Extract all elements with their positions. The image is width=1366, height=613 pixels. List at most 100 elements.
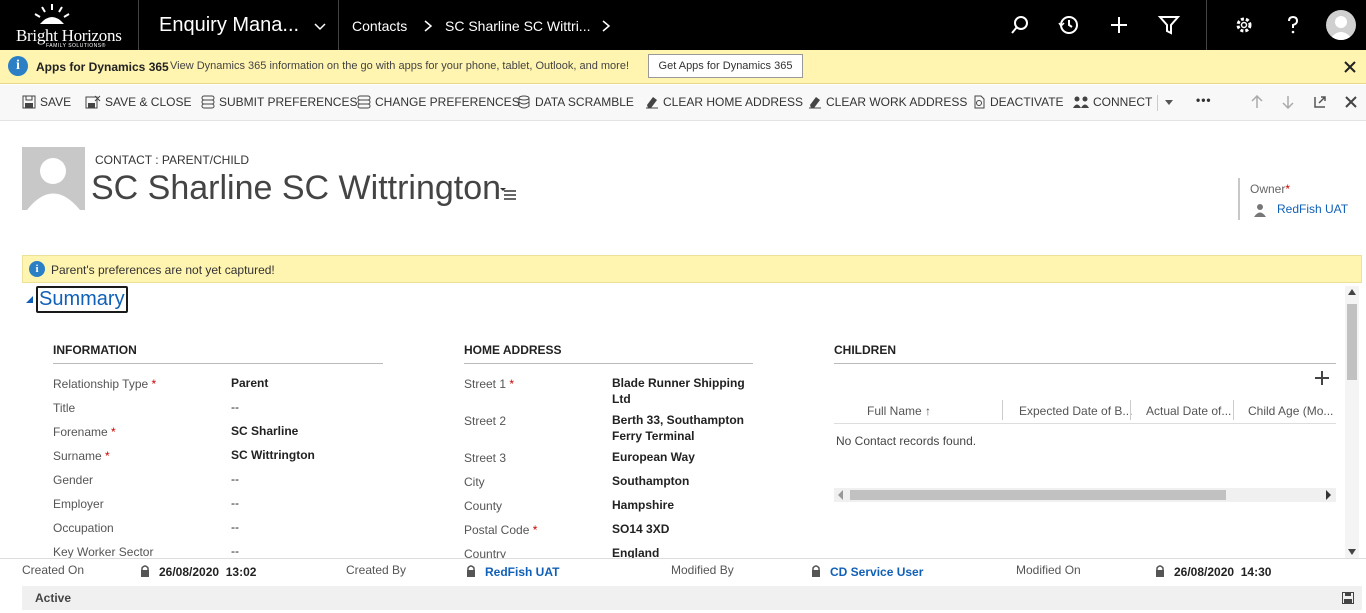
add-child-icon[interactable]: [1314, 370, 1330, 386]
connect-button[interactable]: CONNECT: [1073, 95, 1152, 109]
field-label: Surname *: [53, 449, 110, 463]
chevron-right-icon[interactable]: [601, 20, 611, 32]
top-navigation-bar: Bright Horizons FAMILY SOLUTIONS® Enquir…: [0, 0, 1366, 50]
preferences-icon: [357, 95, 371, 109]
field-label: Employer: [53, 497, 104, 511]
modified-by-link[interactable]: CD Service User: [830, 565, 923, 579]
close-icon[interactable]: [1343, 60, 1357, 74]
more-commands-button[interactable]: •••: [1196, 93, 1212, 107]
clear-home-address-button[interactable]: CLEAR HOME ADDRESS: [645, 95, 803, 109]
data-scramble-button[interactable]: DATA SCRAMBLE: [517, 95, 634, 109]
occupation-value[interactable]: --: [231, 519, 239, 535]
info-icon: i: [29, 261, 45, 277]
connect-dropdown-icon[interactable]: [1165, 100, 1173, 106]
forename-value[interactable]: SC Sharline: [231, 423, 298, 439]
street3-value[interactable]: European Way: [612, 449, 695, 465]
owner-field: Owner* RedFish UAT: [1238, 178, 1366, 220]
preferences-warning-bar: i Parent's preferences are not yet captu…: [22, 255, 1362, 283]
field-label: Gender: [53, 473, 94, 487]
user-icon: [1254, 204, 1266, 217]
history-icon[interactable]: [1057, 13, 1081, 37]
app-title[interactable]: Enquiry Mana...: [159, 14, 299, 37]
column-actual-dob[interactable]: Actual Date of...: [1146, 404, 1231, 418]
close-record-icon[interactable]: [1344, 95, 1358, 109]
summary-section-title[interactable]: Summary: [36, 286, 128, 313]
collapse-section-icon[interactable]: [26, 296, 33, 303]
clear-work-address-button[interactable]: CLEAR WORK ADDRESS: [808, 95, 967, 109]
column-divider[interactable]: [1002, 400, 1003, 420]
help-icon[interactable]: [1281, 13, 1305, 37]
arrow-up-icon[interactable]: [1250, 95, 1264, 109]
save-button[interactable]: SAVE: [22, 95, 71, 109]
column-divider[interactable]: [1130, 400, 1131, 420]
submit-preferences-button[interactable]: SUBMIT PREFERENCES: [201, 95, 357, 109]
deactivate-icon: [974, 95, 985, 109]
field-label: Street 3: [464, 451, 507, 465]
arrow-down-icon[interactable]: [1281, 95, 1295, 109]
relationship-type-value[interactable]: Parent: [231, 375, 268, 391]
breadcrumb-contacts[interactable]: Contacts: [352, 18, 407, 34]
postal-code-value[interactable]: SO14 3XD: [612, 521, 669, 537]
scroll-up-icon[interactable]: [1348, 289, 1356, 295]
get-apps-button[interactable]: Get Apps for Dynamics 365: [648, 54, 803, 78]
save-icon: [22, 95, 36, 109]
lock-icon: [467, 565, 475, 577]
chevron-down-icon[interactable]: [314, 21, 326, 33]
street2-value[interactable]: Berth 33, Southampton Ferry Terminal: [612, 412, 752, 444]
column-expected-dob[interactable]: Expected Date of B...: [1019, 404, 1132, 418]
field-label: City: [464, 475, 485, 489]
plus-icon[interactable]: [1107, 13, 1131, 37]
children-horizontal-scrollbar[interactable]: [834, 488, 1336, 502]
home-address-heading: HOME ADDRESS: [464, 343, 753, 364]
key-worker-sector-value[interactable]: --: [231, 543, 239, 559]
breadcrumb-record[interactable]: SC Sharline SC Wittri...: [445, 18, 590, 34]
change-preferences-button[interactable]: CHANGE PREFERENCES: [357, 95, 520, 109]
title-value[interactable]: --: [231, 399, 239, 415]
contact-profile-image[interactable]: [22, 147, 85, 210]
street1-value[interactable]: Blade Runner Shipping Ltd: [612, 375, 752, 407]
owner-label: Owner*: [1250, 182, 1291, 196]
children-grid-header: Full Name ↑ Expected Date of B... Actual…: [834, 400, 1336, 424]
form-vertical-scrollbar[interactable]: [1345, 286, 1359, 558]
search-icon[interactable]: [1008, 13, 1032, 37]
save-icon[interactable]: [1342, 592, 1354, 604]
scroll-down-icon[interactable]: [1348, 549, 1356, 555]
city-value[interactable]: Southampton: [612, 473, 689, 489]
popout-icon[interactable]: [1313, 95, 1327, 109]
county-value[interactable]: Hampshire: [612, 497, 674, 513]
lock-icon: [812, 565, 820, 577]
employer-value[interactable]: --: [231, 495, 239, 511]
brand-subtitle: FAMILY SOLUTIONS®: [46, 43, 106, 49]
bright-horizons-logo[interactable]: Bright Horizons FAMILY SOLUTIONS®: [10, 2, 130, 49]
deactivate-button[interactable]: DEACTIVATE: [972, 95, 1064, 109]
column-full-name[interactable]: Full Name ↑: [867, 404, 931, 418]
warning-message: Parent's preferences are not yet capture…: [51, 263, 275, 277]
field-label: Postal Code *: [464, 523, 538, 537]
created-on-label: Created On: [22, 563, 85, 577]
field-label: Street 2: [464, 414, 507, 428]
form-selector-icon[interactable]: [500, 186, 516, 200]
column-child-age[interactable]: Child Age (Mo...: [1248, 404, 1333, 418]
eraser-icon: [809, 97, 821, 109]
gender-value[interactable]: --: [231, 471, 239, 487]
children-heading: CHILDREN: [834, 343, 1336, 364]
scroll-left-icon[interactable]: [838, 490, 844, 500]
gear-icon[interactable]: [1232, 13, 1256, 37]
field-label: Occupation: [53, 521, 114, 535]
owner-link[interactable]: RedFish UAT: [1277, 202, 1348, 216]
children-empty-message: No Contact records found.: [836, 434, 977, 448]
field-label: Key Worker Sector: [53, 545, 154, 559]
scrollbar-thumb[interactable]: [850, 490, 1226, 500]
chevron-right-icon: [424, 20, 433, 32]
lock-icon: [141, 565, 149, 577]
scroll-right-icon[interactable]: [1326, 490, 1332, 500]
created-by-link[interactable]: RedFish UAT: [485, 565, 559, 579]
surname-value[interactable]: SC Wittrington: [231, 447, 315, 463]
save-close-button[interactable]: SAVE & CLOSE: [85, 95, 191, 109]
column-divider[interactable]: [1233, 400, 1234, 420]
scrollbar-thumb[interactable]: [1347, 304, 1357, 380]
filter-icon[interactable]: [1157, 13, 1181, 37]
user-avatar-icon[interactable]: [1326, 10, 1356, 40]
modified-on-label: Modified On: [1016, 563, 1081, 577]
information-heading: INFORMATION: [53, 343, 383, 364]
